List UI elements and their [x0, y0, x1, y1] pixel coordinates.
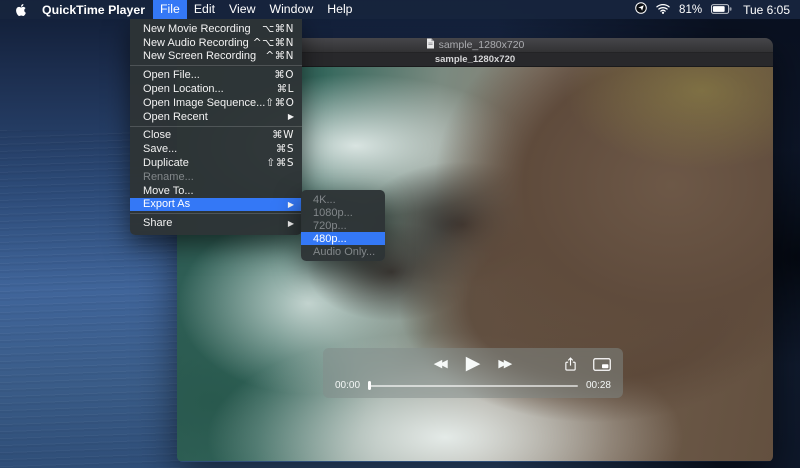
share-icon[interactable] — [564, 357, 577, 377]
menu-item-new-audio-recording[interactable]: New Audio Recording ^⌥⌘N — [130, 36, 302, 50]
desktop: sample_1280x720 sample_1280x720 ◀◀ ▶ ▶▶ — [0, 0, 800, 468]
elapsed-time: 00:00 — [335, 380, 361, 391]
status-area: 81% Tue 6:05 — [635, 2, 790, 17]
submenu-item-720p: 720p... — [313, 219, 347, 232]
fast-forward-button[interactable]: ▶▶ — [498, 358, 512, 369]
menu-item-rename: Rename... — [143, 170, 194, 183]
document-icon — [426, 38, 435, 52]
menubar-item-view[interactable]: View — [222, 0, 262, 19]
picture-in-picture-icon[interactable] — [593, 358, 611, 376]
menu-item-open-file[interactable]: Open File... ⌘O — [130, 68, 302, 82]
menu-bar: QuickTime Player File Edit View Window H… — [0, 0, 800, 19]
menu-item-export-as[interactable]: Export As ▶ — [130, 197, 302, 212]
tab-title: sample_1280x720 — [434, 54, 516, 65]
submenu-arrow-icon: ▶ — [287, 218, 294, 228]
submenu-arrow-icon: ▶ — [287, 112, 294, 122]
menu-item-new-screen-recording[interactable]: New Screen Recording ^⌘N — [130, 50, 302, 64]
menu-separator — [130, 65, 302, 67]
menu-item-close[interactable]: Close ⌘W — [130, 129, 302, 143]
menubar-item-file[interactable]: File — [153, 0, 187, 19]
wifi-icon[interactable] — [656, 3, 670, 17]
submenu-item-1080p: 1080p... — [313, 206, 353, 219]
export-as-submenu: 4K... 1080p... 720p... 480p... Audio Onl… — [301, 190, 385, 261]
playback-controls: ◀◀ ▶ ▶▶ 00:00 00:28 — [323, 348, 623, 398]
remaining-time: 00:28 — [585, 380, 611, 391]
menu-item-open-location[interactable]: Open Location... ⌘L — [130, 82, 302, 96]
menubar-item-help[interactable]: Help — [320, 0, 359, 19]
location-icon[interactable] — [635, 2, 647, 17]
menu-item-new-movie-recording[interactable]: New Movie Recording ⌥⌘N — [130, 22, 302, 36]
submenu-item-4k: 4K... — [313, 193, 336, 206]
timeline-track — [368, 385, 578, 387]
play-button[interactable]: ▶ — [466, 354, 481, 373]
menu-item-save[interactable]: Save... ⌘S — [130, 142, 302, 156]
submenu-item-audio-only: Audio Only... — [313, 245, 376, 258]
menu-item-open-recent[interactable]: Open Recent ▶ — [130, 110, 302, 124]
timeline-slider[interactable] — [368, 381, 578, 391]
apple-menu-icon[interactable] — [8, 3, 34, 17]
submenu-arrow-icon: ▶ — [287, 199, 294, 209]
window-title: sample_1280x720 — [438, 39, 525, 51]
app-name[interactable]: QuickTime Player — [34, 3, 153, 17]
menu-item-open-image-sequence[interactable]: Open Image Sequence... ⇧⌘O — [130, 96, 302, 110]
menu-separator — [130, 125, 302, 127]
playhead[interactable] — [368, 381, 371, 390]
submenu-item-480p[interactable]: 480p... — [301, 232, 385, 245]
file-menu-dropdown: New Movie Recording ⌥⌘N New Audio Record… — [130, 19, 302, 236]
menu-item-share[interactable]: Share ▶ — [130, 216, 302, 230]
menubar-item-edit[interactable]: Edit — [187, 0, 222, 19]
menubar-item-window[interactable]: Window — [262, 0, 320, 19]
menu-separator — [130, 213, 302, 215]
rewind-button[interactable]: ◀◀ — [434, 358, 448, 369]
menu-item-duplicate[interactable]: Duplicate ⇧⌘S — [130, 156, 302, 170]
menu-item-move-to[interactable]: Move To... — [130, 184, 302, 198]
menu-bar-clock[interactable]: Tue 6:05 — [743, 3, 790, 17]
battery-percent: 81% — [679, 3, 703, 16]
battery-icon[interactable] — [711, 3, 732, 17]
